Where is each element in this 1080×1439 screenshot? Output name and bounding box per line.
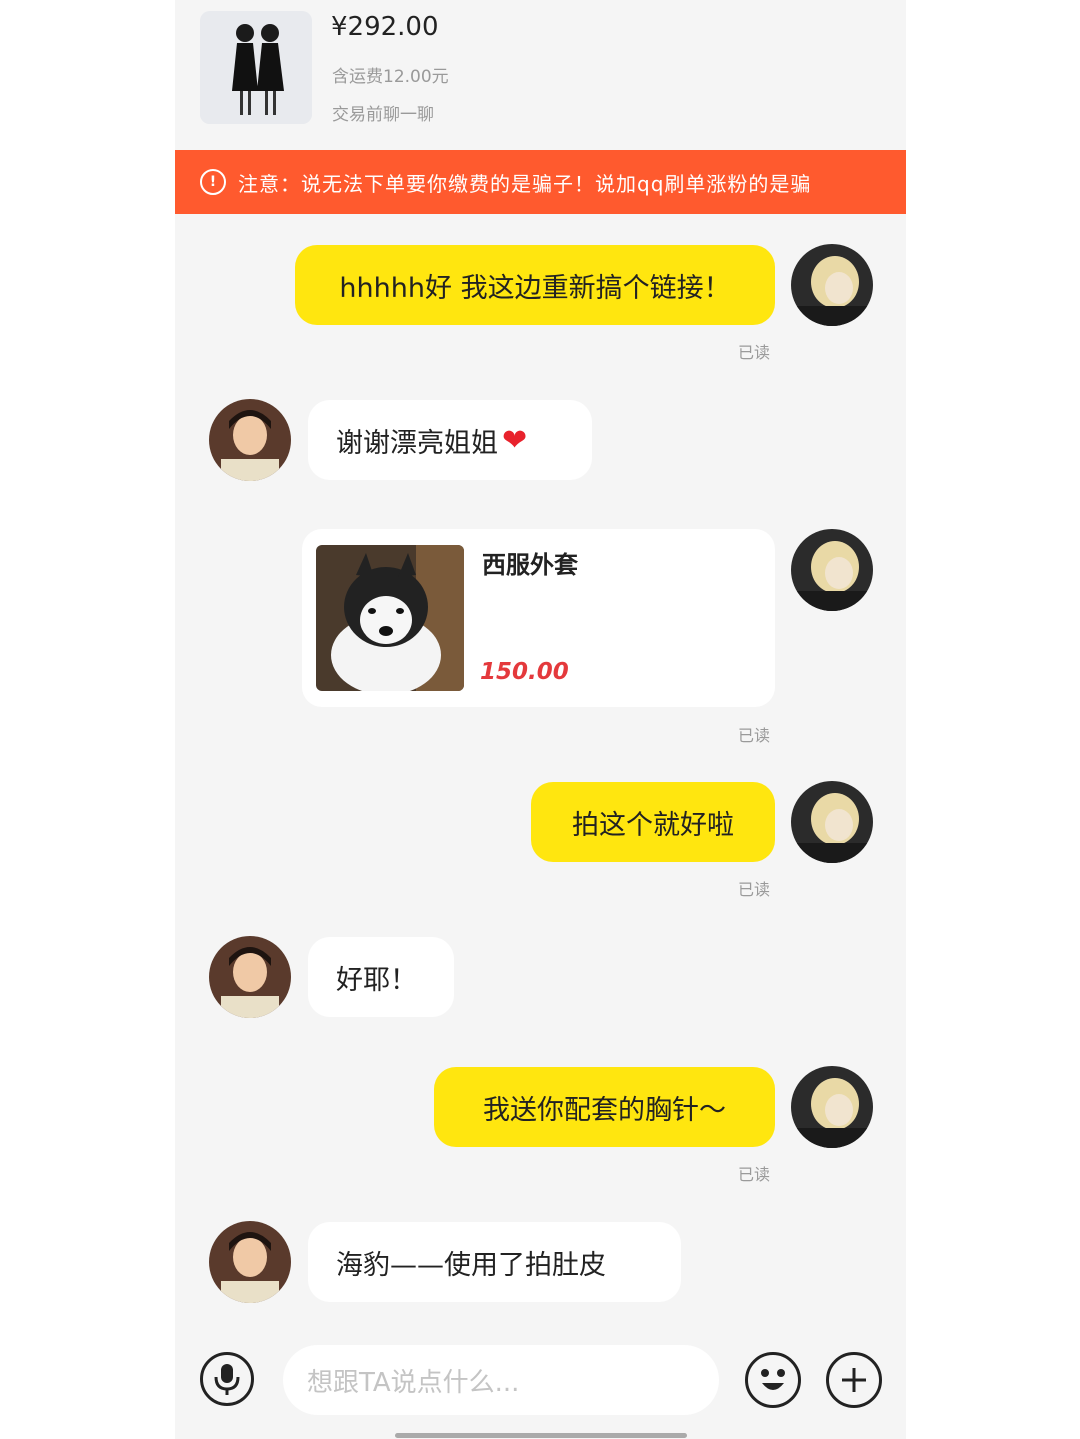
product-card-price: 150.00: [480, 659, 569, 685]
their-avatar[interactable]: [209, 936, 291, 1018]
message-text: 谢谢漂亮姐姐: [336, 427, 498, 459]
plus-icon: [842, 1368, 866, 1392]
my-avatar[interactable]: [791, 1066, 873, 1148]
their-avatar[interactable]: [209, 399, 291, 481]
read-status: 已读: [738, 880, 771, 899]
alert-circle-icon: !: [200, 169, 226, 195]
message-text: 我送你配套的胸针～: [483, 1094, 726, 1126]
message-bubble-mine[interactable]: hhhhh好 我这边重新搞个链接！: [295, 245, 775, 325]
read-status: 已读: [738, 343, 771, 362]
product-card-title: 西服外套: [482, 551, 578, 579]
read-status: 已读: [738, 726, 771, 745]
product-card-message[interactable]: 西服外套 150.00: [302, 529, 775, 707]
message-text: 好耶！: [336, 964, 417, 996]
heart-emoji: ❤: [502, 422, 528, 458]
product-thumbnail[interactable]: [200, 11, 312, 124]
message-bubble-theirs[interactable]: 海豹——使用了拍肚皮: [308, 1222, 681, 1302]
warning-text: 注意：说无法下单要你缴费的是骗子！说加qq刷单涨粉的是骗: [238, 171, 812, 196]
microphone-icon: [214, 1364, 240, 1395]
chat-before-trade: 交易前聊一聊: [332, 105, 434, 125]
product-card-image: [316, 545, 464, 691]
message-bubble-theirs[interactable]: 好耶！: [308, 937, 454, 1017]
chat-screen: ¥292.00 含运费12.00元 交易前聊一聊 ! 注意：说无法下单要你缴费的…: [175, 0, 906, 1439]
message-input[interactable]: 想跟TA说点什么...: [283, 1345, 719, 1415]
more-options-button[interactable]: [826, 1352, 882, 1408]
emoji-button[interactable]: [745, 1352, 801, 1408]
home-indicator[interactable]: [395, 1433, 687, 1438]
message-text: 海豹——使用了拍肚皮: [336, 1249, 606, 1281]
message-bubble-mine[interactable]: 拍这个就好啦: [531, 782, 775, 862]
message-text: hhhhh好 我这边重新搞个链接！: [339, 272, 731, 304]
message-text: 拍这个就好啦: [572, 809, 734, 841]
their-avatar[interactable]: [209, 1221, 291, 1303]
message-input-placeholder: 想跟TA说点什么...: [307, 1367, 520, 1398]
emoji-icon: [761, 1369, 785, 1390]
my-avatar[interactable]: [791, 781, 873, 863]
message-bubble-mine[interactable]: 我送你配套的胸针～: [434, 1067, 775, 1147]
message-bubble-theirs[interactable]: 谢谢漂亮姐姐 ❤: [308, 400, 592, 480]
my-avatar[interactable]: [791, 244, 873, 326]
product-header[interactable]: ¥292.00 含运费12.00元 交易前聊一聊: [175, 0, 906, 150]
scam-warning-bar: ! 注意：说无法下单要你缴费的是骗子！说加qq刷单涨粉的是骗: [175, 150, 906, 214]
read-status: 已读: [738, 1165, 771, 1184]
my-avatar[interactable]: [791, 529, 873, 611]
shipping-fee: 含运费12.00元: [332, 67, 449, 87]
voice-input-button[interactable]: [200, 1352, 254, 1406]
product-price: ¥292.00: [331, 12, 439, 42]
